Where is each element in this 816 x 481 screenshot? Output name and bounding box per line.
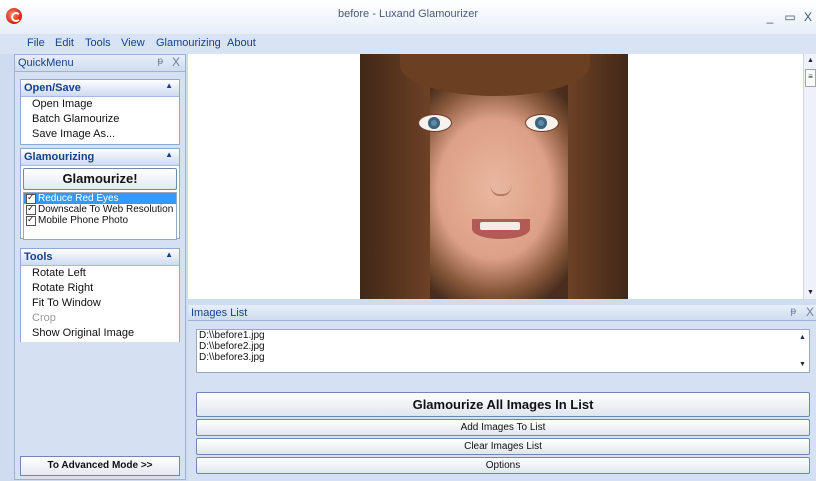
list-item[interactable]: D:\\before2.jpg	[197, 341, 809, 352]
images-list-title: Images List	[191, 307, 248, 319]
clear-images-button[interactable]: Clear Images List	[196, 438, 810, 455]
hair-right	[568, 54, 628, 299]
glamourize-options-list: Reduce Red Eyes Downscale To Web Resolut…	[23, 192, 177, 240]
viewer-scrollbar[interactable]: ▲ ≡ ▼	[803, 54, 816, 299]
option-label: Downscale To Web Resolution	[38, 204, 174, 215]
pin-icon[interactable]: ᵽ	[790, 306, 796, 317]
window-title: before - Luxand Glamourizer	[337, 8, 478, 20]
checkbox-icon[interactable]	[26, 214, 36, 226]
left-eye	[418, 114, 452, 132]
options-button[interactable]: Options	[196, 457, 810, 474]
list-scrollbar[interactable]: ▲ ▼	[796, 330, 809, 372]
glamourizing-header[interactable]: Glamourizing ▲	[21, 149, 179, 166]
images-file-list[interactable]: D:\\before1.jpg D:\\before2.jpg D:\\befo…	[196, 329, 810, 373]
menu-file[interactable]: File	[27, 37, 45, 49]
tools-header[interactable]: Tools ▲	[21, 249, 179, 266]
save-image-as-item[interactable]: Save Image As...	[21, 127, 179, 142]
teeth	[480, 222, 520, 230]
scroll-down-icon[interactable]: ▼	[807, 289, 814, 296]
list-item[interactable]: D:\\before1.jpg	[197, 330, 809, 341]
option-reduce-red-eyes[interactable]: Reduce Red Eyes	[24, 192, 176, 204]
crop-item: Crop	[32, 312, 56, 324]
menu-tools[interactable]: Tools	[85, 37, 111, 49]
collapse-icon[interactable]: ▲	[165, 250, 173, 259]
option-mobile-phone[interactable]: Mobile Phone Photo	[24, 214, 176, 226]
list-item[interactable]: D:\\before3.jpg	[197, 352, 809, 363]
advanced-mode-button[interactable]: To Advanced Mode >>	[20, 456, 180, 476]
images-list-header: Images List ᵽ X	[188, 305, 816, 321]
images-list-panel: Images List ᵽ X D:\\before1.jpg D:\\befo…	[188, 305, 816, 481]
close-button[interactable]: X	[801, 10, 815, 24]
title-bar: before - Luxand Glamourizer _ ▭ X	[0, 0, 816, 35]
nose	[490, 164, 512, 196]
quickmenu-header: QuickMenu ᵽ X	[15, 55, 185, 72]
portrait-photo	[360, 54, 628, 299]
show-original-item[interactable]: Show Original Image	[21, 326, 179, 341]
scroll-up-icon[interactable]: ▲	[799, 334, 806, 341]
menu-glamourizing[interactable]: Glamourizing	[156, 37, 221, 49]
glamourize-button[interactable]: Glamourize!	[23, 168, 177, 190]
option-label: Mobile Phone Photo	[38, 215, 129, 226]
scroll-down-icon[interactable]: ▼	[799, 361, 806, 368]
option-label: Reduce Red Eyes	[38, 193, 119, 204]
glamourizing-group: Glamourizing ▲ Glamourize! Reduce Red Ey…	[20, 148, 180, 240]
minimize-button[interactable]: _	[763, 10, 777, 24]
add-images-button[interactable]: Add Images To List	[196, 419, 810, 436]
menu-bar: File Edit Tools View Glamourizing About	[0, 34, 816, 54]
rotate-right-item[interactable]: Rotate Right	[21, 281, 179, 296]
option-downscale-web[interactable]: Downscale To Web Resolution	[24, 203, 176, 215]
batch-glamourize-item[interactable]: Batch Glamourize	[21, 112, 179, 127]
right-eye	[525, 114, 559, 132]
collapse-icon[interactable]: ▲	[165, 81, 173, 90]
tools-group: Tools ▲ Rotate Left Rotate Right Fit To …	[20, 248, 180, 342]
maximize-button[interactable]: ▭	[783, 10, 797, 24]
tools-title: Tools	[24, 251, 53, 263]
open-save-title: Open/Save	[24, 82, 81, 94]
hair-left	[360, 54, 430, 299]
quickmenu-panel: QuickMenu ᵽ X Open/Save ▲ Open Image Bat…	[14, 54, 186, 480]
menu-edit[interactable]: Edit	[55, 37, 74, 49]
menu-about[interactable]: About	[227, 37, 256, 49]
scroll-up-icon[interactable]: ▲	[807, 57, 814, 64]
open-image-item[interactable]: Open Image	[21, 97, 179, 112]
close-panel-icon[interactable]: X	[172, 55, 180, 69]
open-save-header[interactable]: Open/Save ▲	[21, 80, 179, 97]
image-viewer[interactable]	[188, 54, 803, 299]
close-panel-icon[interactable]: X	[806, 305, 814, 319]
glamourize-all-button[interactable]: Glamourize All Images In List	[196, 392, 810, 417]
collapse-icon[interactable]: ▲	[165, 150, 173, 159]
fit-to-window-item[interactable]: Fit To Window	[21, 296, 179, 311]
quickmenu-title: QuickMenu	[18, 57, 74, 69]
scroll-thumb[interactable]: ≡	[805, 69, 816, 87]
open-save-group: Open/Save ▲ Open Image Batch Glamourize …	[20, 79, 180, 145]
menu-view[interactable]: View	[121, 37, 145, 49]
rotate-left-item[interactable]: Rotate Left	[21, 266, 179, 281]
pin-icon[interactable]: ᵽ	[157, 56, 163, 67]
glamourizing-title: Glamourizing	[24, 151, 95, 163]
